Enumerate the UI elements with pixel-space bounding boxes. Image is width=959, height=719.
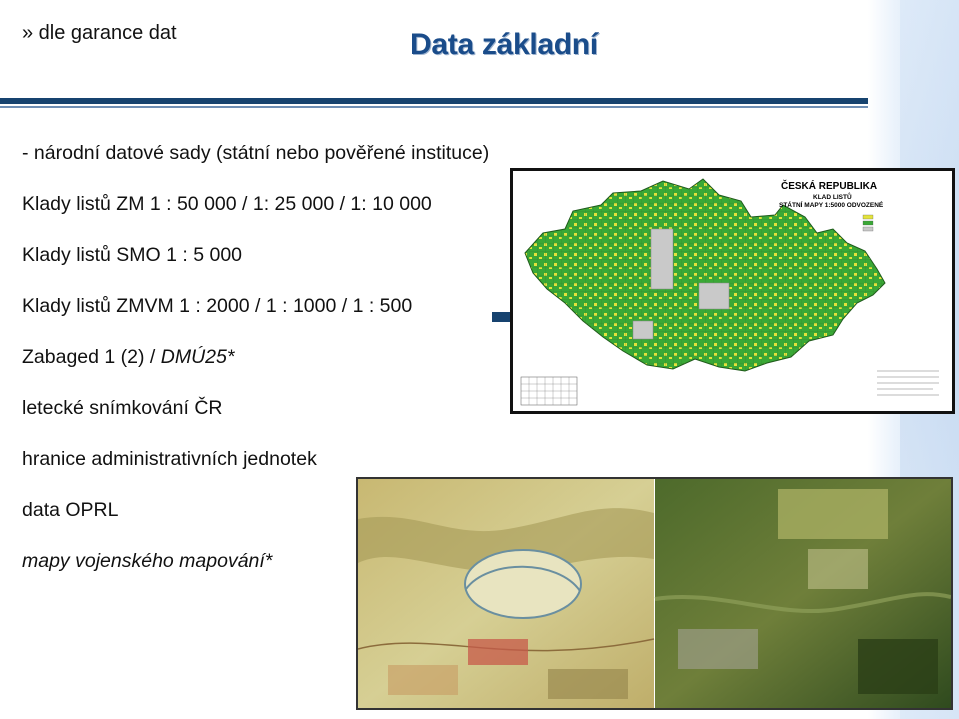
list-item: - národní datové sady (státní nebo pověř… — [22, 142, 490, 164]
slide-title: Data základní — [410, 28, 598, 61]
list-item: Zabaged 1 (2) / DMÚ25* — [22, 346, 489, 397]
title-divider-thin — [0, 106, 868, 108]
historical-map-image — [358, 479, 655, 708]
list-item-italic: DMÚ25* — [160, 346, 235, 368]
map-subheading-2: STÁTNÍ MAPY 1:5000 ODVOZENÉ — [779, 200, 884, 209]
list-item: Klady listů ZM 1 : 50 000 / 1: 25 000 / … — [22, 193, 432, 215]
list-item: letecké snímkování ČR — [22, 397, 223, 419]
map-heading: ČESKÁ REPUBLIKA — [781, 179, 877, 192]
list-item-plain: Zabaged 1 (2) / — [22, 346, 161, 368]
map-sheet-index-image: ČESKÁ REPUBLIKA KLAD LISTŮ STÁTNÍ MAPY 1… — [510, 168, 955, 414]
list-item: Klady listů ZMVM 1 : 2000 / 1 : 1000 / 1… — [22, 295, 413, 317]
photo-composite-svg — [358, 479, 951, 708]
list-item: Klady listů SMO 1 : 5 000 — [22, 244, 243, 266]
historical-and-aerial-images — [356, 477, 953, 710]
czech-map-svg: ČESKÁ REPUBLIKA KLAD LISTŮ STÁTNÍ MAPY 1… — [513, 171, 952, 411]
title-divider — [0, 98, 868, 104]
breadcrumb: » dle garance dat — [22, 22, 177, 44]
aerial-photo-image — [654, 479, 951, 708]
